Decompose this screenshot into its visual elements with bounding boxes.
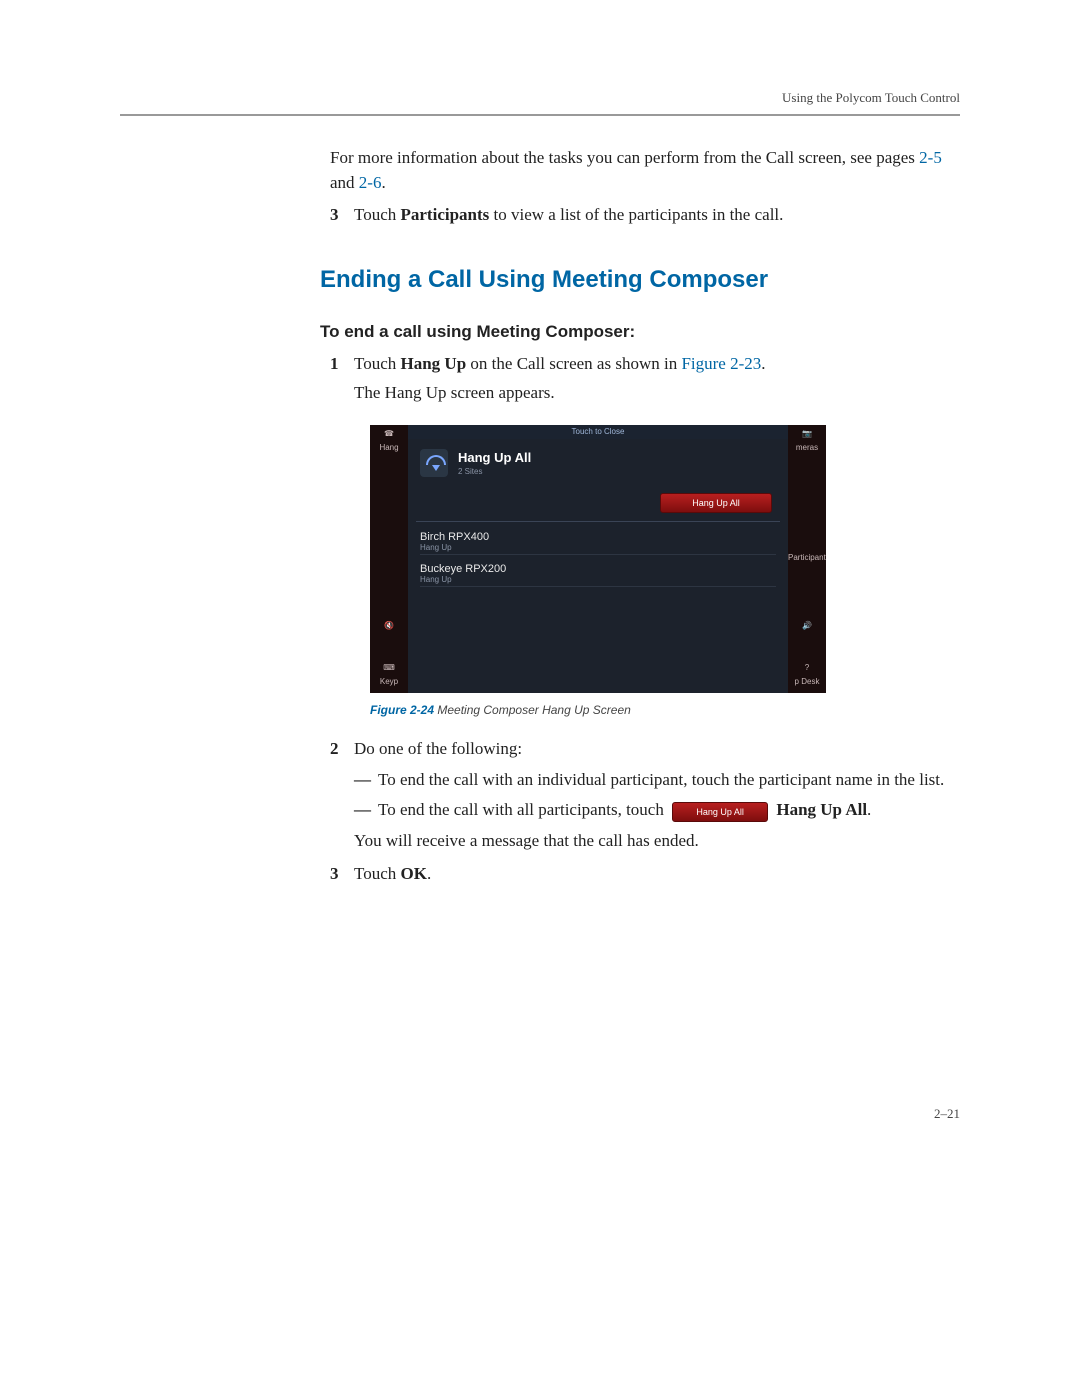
section-heading: Ending a Call Using Meeting Composer	[320, 266, 960, 294]
step-body: Touch OK.	[354, 862, 960, 887]
panel-subtitle: 2 Sites	[458, 467, 531, 476]
figure-number: Figure 2-24	[370, 703, 434, 717]
text: Touch	[354, 864, 401, 883]
screenshot-left-rail: ☎ Hang 🔇 ⌨ Keyp	[370, 425, 408, 693]
text: .	[867, 800, 871, 819]
text: .	[761, 354, 765, 373]
content-block-main: 1 Touch Hang Up on the Call screen as sh…	[330, 352, 960, 886]
participant-name: Birch RPX400	[420, 531, 776, 543]
step-number: 3	[330, 205, 354, 225]
participants-button[interactable]: Participants	[788, 553, 826, 562]
phone-icon[interactable]: ☎	[370, 429, 408, 438]
step-2: 2 Do one of the following:	[330, 737, 960, 762]
header-rule	[120, 114, 960, 116]
running-header: Using the Polycom Touch Control	[120, 90, 960, 106]
step-1-continuation: The Hang Up screen appears.	[354, 381, 960, 406]
divider	[416, 521, 780, 522]
screenshot-hang-up-screen: ☎ Hang 🔇 ⌨ Keyp 📷 meras Participants 🔊 ?…	[370, 425, 826, 693]
cameras-label: meras	[788, 443, 826, 452]
dash-bullet: —	[354, 770, 378, 790]
keypad-label: Keyp	[370, 677, 408, 686]
step-number: 3	[330, 864, 354, 884]
participant-action: Hang Up	[420, 575, 776, 584]
figure-title: Meeting Composer Hang Up Screen	[434, 703, 631, 717]
option-b: — To end the call with all participants,…	[354, 798, 960, 823]
hang-up-all-button[interactable]: Hang Up All	[660, 493, 772, 513]
participant-name: Buckeye RPX200	[420, 563, 776, 575]
step-2-options: — To end the call with an individual par…	[354, 768, 960, 823]
step-body: Touch Hang Up on the Call screen as show…	[354, 352, 960, 377]
panel-header: Hang Up All 2 Sites	[408, 439, 788, 481]
volume-icon[interactable]: 🔊	[788, 621, 826, 630]
touch-to-close-bar[interactable]: Touch to Close	[408, 425, 788, 439]
hang-up-all-label: Hang Up All	[772, 800, 867, 819]
camera-icon[interactable]: 📷	[788, 429, 826, 438]
help-icon[interactable]: ?	[788, 663, 826, 672]
step-body: Touch Participants to view a list of the…	[354, 203, 960, 228]
link-figure-2-23[interactable]: Figure 2-23	[681, 354, 761, 373]
dash-bullet: —	[354, 800, 378, 820]
text: .	[427, 864, 431, 883]
page: Using the Polycom Touch Control For more…	[0, 0, 1080, 1182]
hang-up-label: Hang Up	[401, 354, 467, 373]
inline-hang-up-all-button[interactable]: Hang Up All	[672, 802, 768, 822]
mute-icon[interactable]: 🔇	[370, 621, 408, 630]
figure-caption: Figure 2-24 Meeting Composer Hang Up Scr…	[370, 703, 960, 717]
step-2-after: You will receive a message that the call…	[354, 829, 960, 854]
option-a: — To end the call with an individual par…	[354, 768, 960, 793]
desk-label: p Desk	[788, 677, 826, 686]
text: on the Call screen as shown in	[466, 354, 681, 373]
ok-label: OK	[401, 864, 427, 883]
keypad-icon[interactable]: ⌨	[370, 663, 408, 672]
participant-row[interactable]: Buckeye RPX200 Hang Up	[420, 559, 776, 587]
text: Touch	[354, 354, 401, 373]
page-number: 2–21	[120, 1106, 960, 1122]
text: Touch	[354, 205, 401, 224]
text: To end the call with all participants, t…	[378, 800, 668, 819]
text: to view a list of the participants in th…	[489, 205, 783, 224]
hang-label: Hang	[370, 443, 408, 452]
step-number: 2	[330, 739, 354, 759]
step-body: Do one of the following:	[354, 737, 960, 762]
participant-row[interactable]: Birch RPX400 Hang Up	[420, 527, 776, 555]
step-1: 1 Touch Hang Up on the Call screen as sh…	[330, 352, 960, 377]
link-page-2-5[interactable]: 2-5	[919, 148, 942, 167]
screenshot-right-rail: 📷 meras Participants 🔊 ? p Desk	[788, 425, 826, 693]
intro-paragraph: For more information about the tasks you…	[330, 146, 960, 195]
hang-up-panel: Hang Up All 2 Sites Hang Up All Birch RP…	[408, 439, 788, 693]
option-b-text: To end the call with all participants, t…	[378, 798, 960, 823]
hang-up-icon	[420, 449, 448, 477]
participants-label: Participants	[401, 205, 490, 224]
intro-text: For more information about the tasks you…	[330, 148, 919, 167]
step-3-top: 3 Touch Participants to view a list of t…	[330, 203, 960, 228]
task-heading: To end a call using Meeting Composer:	[320, 322, 960, 342]
panel-title: Hang Up All	[458, 450, 531, 465]
option-a-text: To end the call with an individual parti…	[378, 768, 960, 793]
intro-and: and	[330, 173, 359, 192]
link-page-2-6[interactable]: 2-6	[359, 173, 382, 192]
intro-period: .	[381, 173, 385, 192]
figure-2-24: ☎ Hang 🔇 ⌨ Keyp 📷 meras Participants 🔊 ?…	[370, 425, 960, 693]
step-3: 3 Touch OK.	[330, 862, 960, 887]
content-block-top: For more information about the tasks you…	[330, 146, 960, 228]
participant-action: Hang Up	[420, 543, 776, 552]
step-number: 1	[330, 354, 354, 374]
